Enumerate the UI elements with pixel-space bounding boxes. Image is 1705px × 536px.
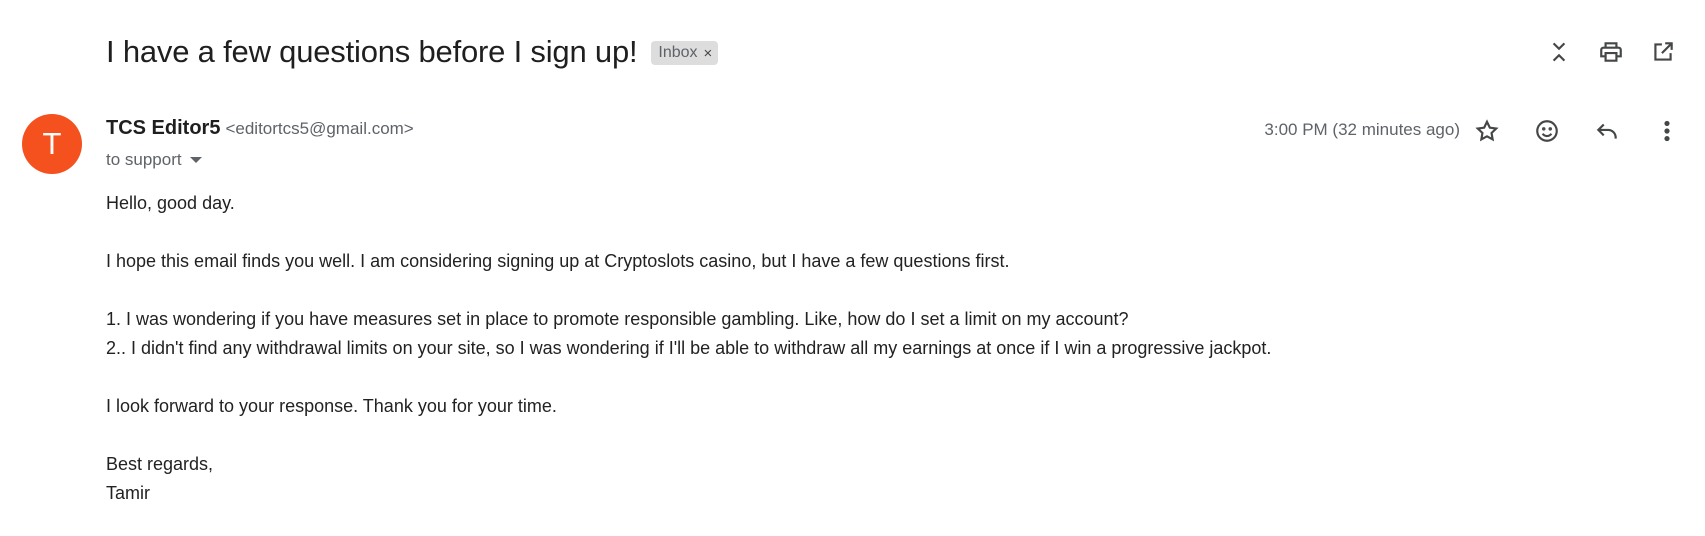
more-vert-icon[interactable]: [1637, 115, 1697, 147]
sender-line: TCS Editor5 <editortcs5@gmail.com>: [106, 117, 414, 140]
body-signoff: Best regards,: [106, 454, 214, 474]
body-question-1: 1. I was wondering if you have measures …: [106, 309, 1129, 329]
thread-actions: [1533, 38, 1689, 66]
message-actions: [1457, 115, 1697, 147]
avatar[interactable]: T: [22, 114, 82, 174]
sender-email: <editortcs5@gmail.com>: [225, 119, 414, 138]
emoji-reaction-icon[interactable]: [1517, 115, 1577, 147]
reply-icon[interactable]: [1577, 115, 1637, 147]
label-text: Inbox: [658, 44, 698, 61]
message-timestamp: 3:00 PM (32 minutes ago): [1264, 120, 1460, 139]
print-icon[interactable]: [1585, 38, 1637, 66]
open-in-new-window-icon[interactable]: [1637, 38, 1689, 66]
body-intro: I hope this email finds you well. I am c…: [106, 251, 1010, 271]
body-closing: I look forward to your response. Thank y…: [106, 396, 557, 416]
inbox-label-chip[interactable]: Inbox ×: [651, 41, 719, 65]
show-details-chevron-down-icon[interactable]: [189, 157, 202, 163]
remove-label-icon[interactable]: ×: [704, 45, 713, 62]
star-icon[interactable]: [1457, 115, 1517, 147]
collapse-all-icon[interactable]: [1533, 38, 1585, 66]
email-body: Hello, good day. I hope this email finds…: [106, 189, 1271, 508]
body-question-2: 2.. I didn't find any withdrawal limits …: [106, 338, 1272, 358]
email-subject: I have a few questions before I sign up!: [106, 34, 638, 69]
body-greeting: Hello, good day.: [106, 193, 235, 213]
body-signature: Tamir: [106, 483, 150, 503]
sender-name[interactable]: TCS Editor5: [106, 117, 220, 140]
recipient-line: to support: [106, 150, 202, 170]
subject-row: I have a few questions before I sign up!…: [106, 30, 719, 74]
recipient-text: to support: [106, 150, 182, 169]
